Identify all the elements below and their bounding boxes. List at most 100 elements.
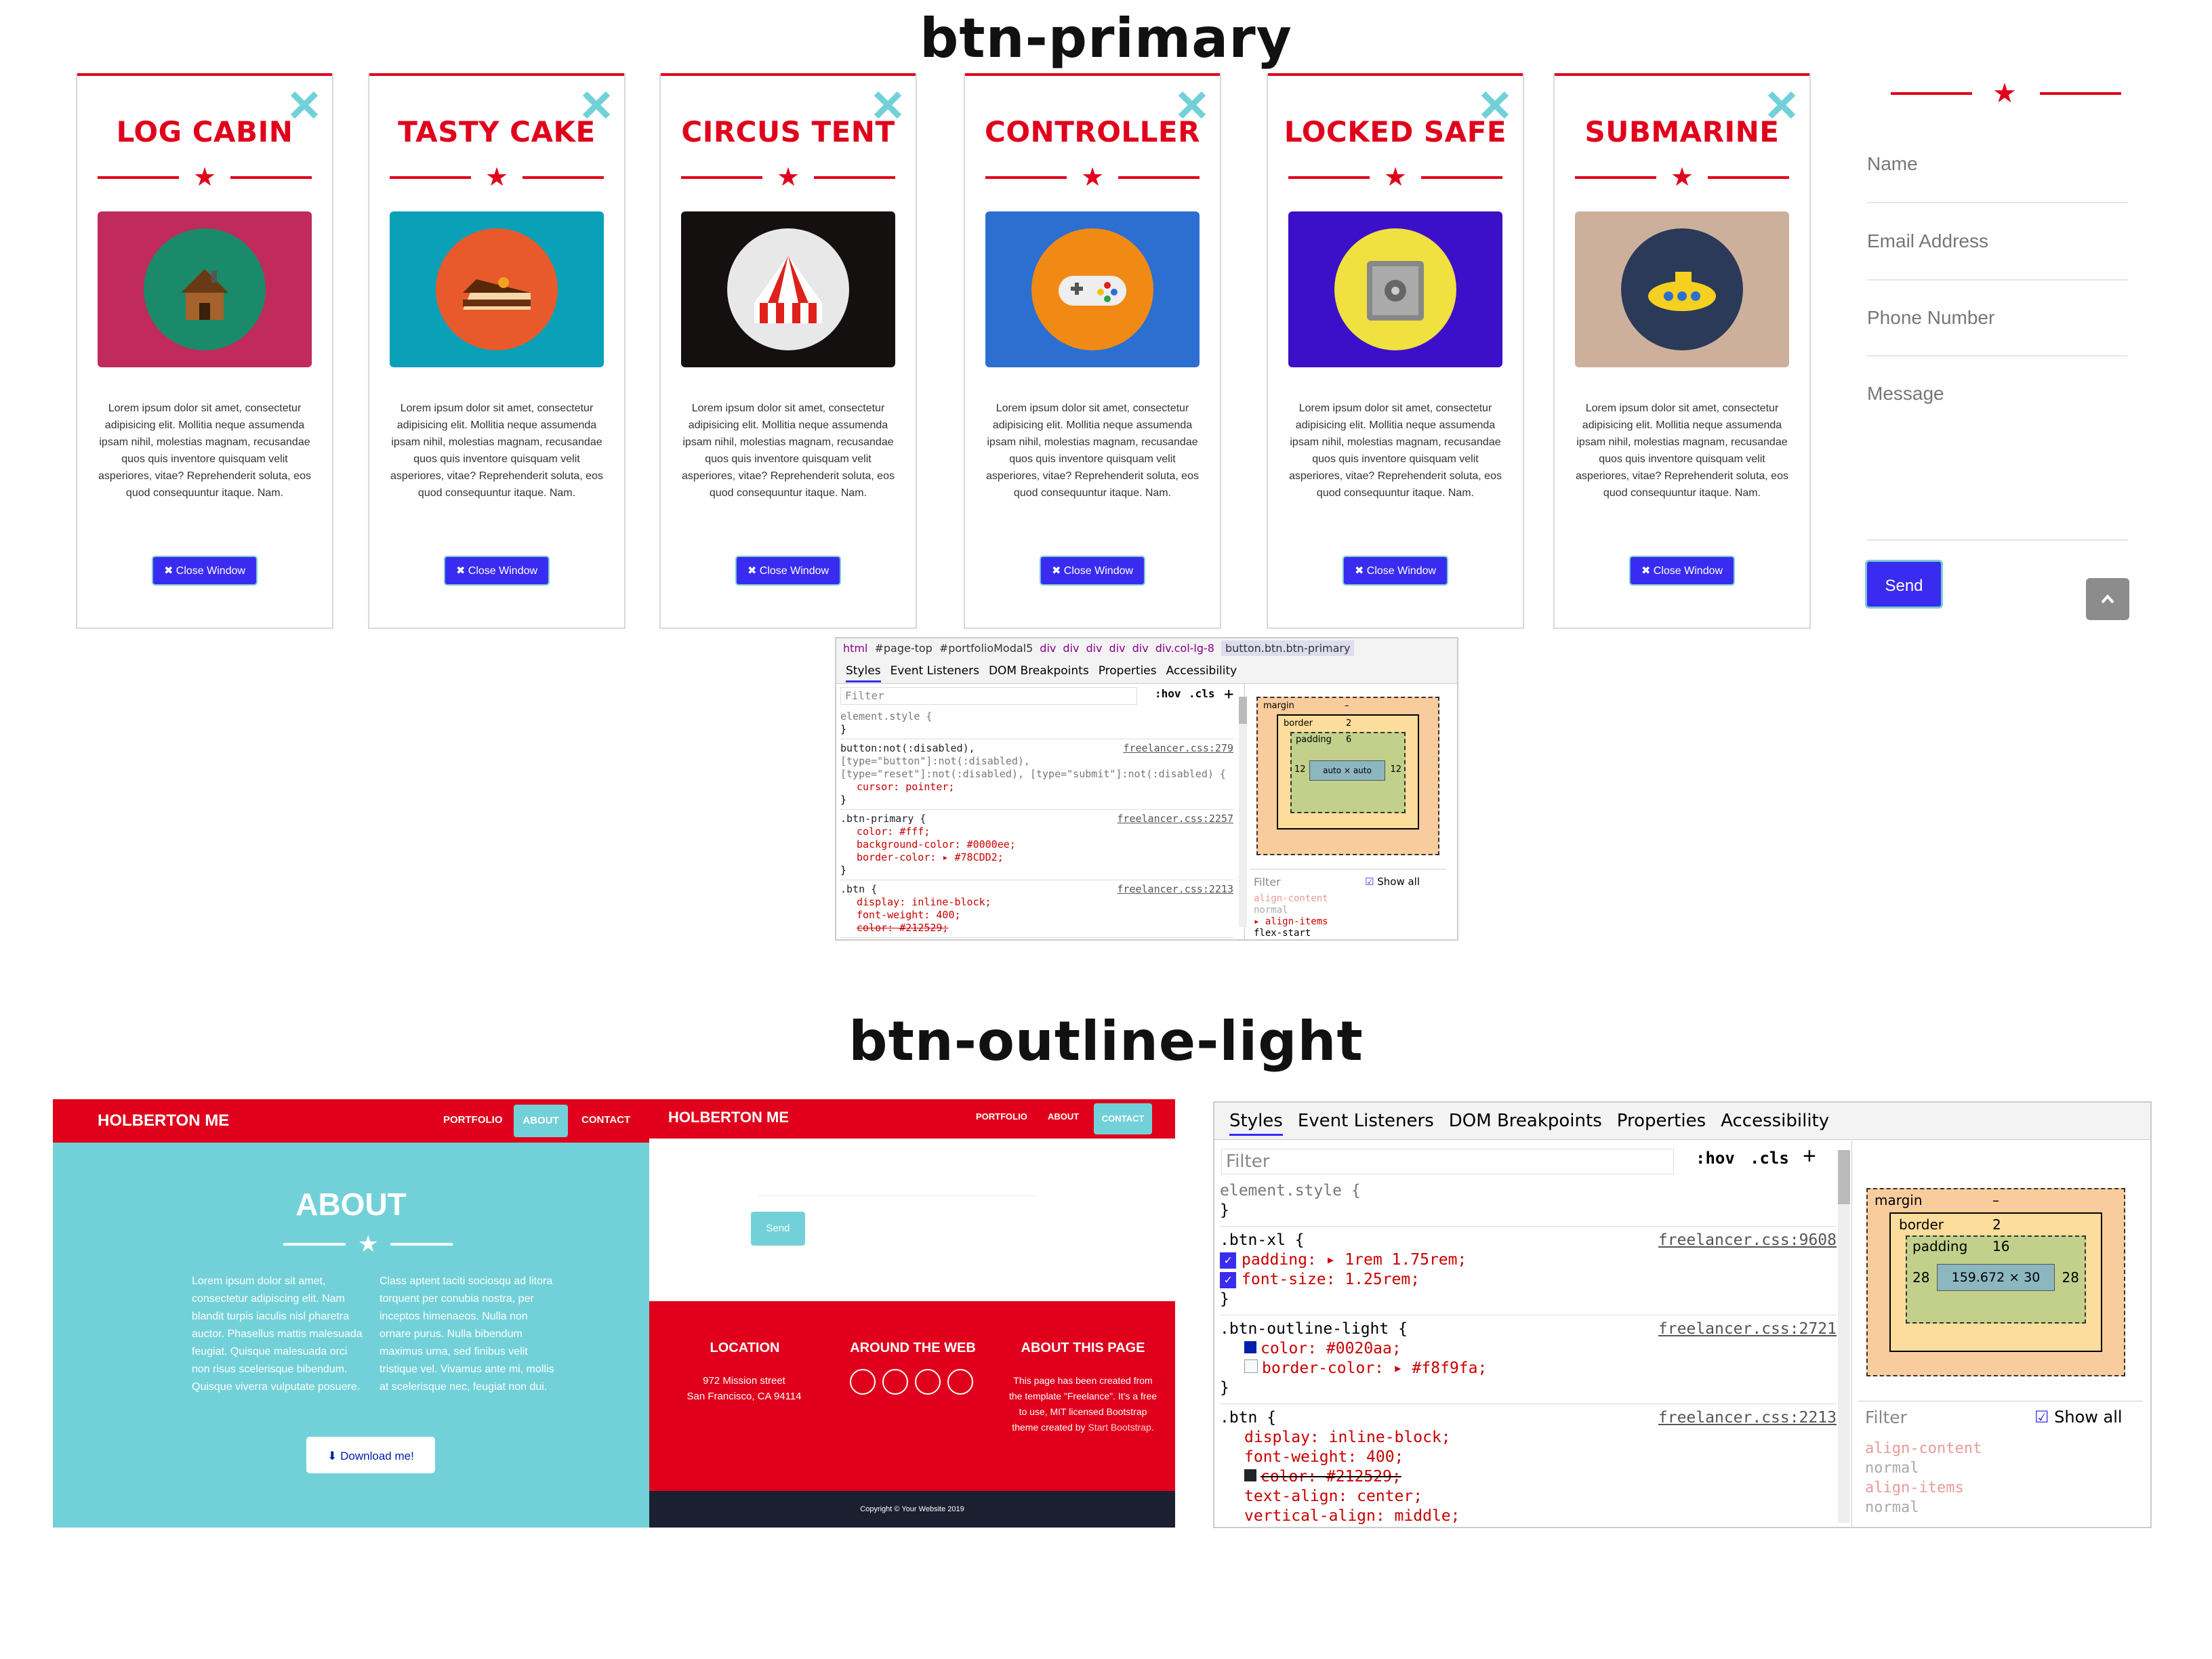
tab-accessibility[interactable]: Accessibility bbox=[1721, 1111, 1829, 1131]
breadcrumb-item[interactable]: button.btn.btn-primary bbox=[1221, 640, 1355, 656]
breadcrumb-item[interactable]: #portfolioModal5 bbox=[939, 642, 1033, 655]
tab-event-listeners[interactable]: Event Listeners bbox=[1298, 1111, 1434, 1131]
close-window-button[interactable]: ✖ Close Window bbox=[151, 556, 258, 586]
start-bootstrap-link[interactable]: Start Bootstrap bbox=[1088, 1422, 1151, 1433]
contact-screenshot: HOLBERTON ME PORTFOLIO ABOUT CONTACT Sen… bbox=[649, 1099, 1175, 1528]
nav-portfolio[interactable]: PORTFOLIO bbox=[976, 1111, 1027, 1122]
card-title: CONTROLLER bbox=[985, 115, 1200, 148]
card-description: Lorem ipsum dolor sit amet, consectetur … bbox=[390, 403, 603, 499]
tab-styles[interactable]: Styles bbox=[1229, 1111, 1283, 1136]
brand[interactable]: HOLBERTON ME bbox=[98, 1111, 229, 1130]
brand[interactable]: HOLBERTON ME bbox=[668, 1109, 789, 1126]
source-link[interactable]: freelancer.css:279 bbox=[1123, 742, 1233, 755]
nav-portfolio[interactable]: PORTFOLIO bbox=[443, 1114, 503, 1126]
computed-filter[interactable]: Filter bbox=[1865, 1408, 1907, 1427]
about-col-2: Class aptent taciti sociosqu ad litora t… bbox=[380, 1275, 554, 1393]
close-window-button[interactable]: ✖ Close Window bbox=[443, 556, 550, 586]
star-icon: ★ bbox=[358, 1231, 379, 1257]
scrollbar[interactable] bbox=[1239, 697, 1247, 927]
twitter-icon[interactable] bbox=[882, 1369, 908, 1395]
tab-dom-breakpoints[interactable]: DOM Breakpoints bbox=[1449, 1111, 1602, 1131]
dribbble-icon[interactable] bbox=[947, 1369, 973, 1395]
download-button[interactable]: ⬇ Download me! bbox=[306, 1437, 435, 1473]
breadcrumb-item[interactable]: #page-top bbox=[874, 642, 932, 655]
portfolio-modal-card: CONTROLLER ★ Lorem ipsum dolor sit amet, c… bbox=[964, 73, 1221, 629]
email-field[interactable]: Email Address bbox=[1867, 230, 1988, 252]
card-description: Lorem ipsum dolor sit amet, consectetur … bbox=[1576, 403, 1788, 499]
cls-toggle[interactable]: .cls bbox=[1750, 1149, 1789, 1168]
nav-contact[interactable]: CONTACT bbox=[581, 1114, 630, 1126]
source-link[interactable]: freelancer.css:2257 bbox=[1117, 813, 1233, 825]
card-description: Lorem ipsum dolor sit amet, consectetur … bbox=[682, 403, 895, 499]
navbar: HOLBERTON ME PORTFOLIO ABOUT CONTACT bbox=[53, 1099, 649, 1143]
portfolio-modal-card: LOCKED SAFE ★ Lorem ipsum dolor sit amet, … bbox=[1267, 73, 1524, 629]
filter-input[interactable]: Filter bbox=[1221, 1149, 1674, 1174]
card-description: Lorem ipsum dolor sit amet, consectetur … bbox=[98, 403, 311, 499]
card-title: SUBMARINE bbox=[1584, 115, 1780, 148]
breadcrumb-item[interactable]: div bbox=[1132, 642, 1149, 655]
plus-icon[interactable]: + bbox=[1224, 684, 1233, 703]
chevron-up-icon bbox=[2101, 594, 2114, 604]
styles-pane: Filter :hov .cls + element.style {} butto… bbox=[836, 683, 1245, 939]
star-icon: ★ bbox=[1080, 163, 1105, 192]
show-all-checkbox[interactable]: ☑ Show all bbox=[2034, 1408, 2123, 1427]
box-model: margin – border 2 padding 6 12 auto × au… bbox=[1256, 697, 1439, 855]
card-description: Lorem ipsum dolor sit amet, consectetur … bbox=[1289, 403, 1502, 499]
breadcrumb-item[interactable]: div bbox=[1109, 642, 1126, 655]
send-button[interactable]: Send bbox=[1865, 560, 1943, 609]
location-text: 972 Mission street San Francisco, CA 9411… bbox=[687, 1375, 802, 1402]
nav-contact[interactable]: CONTACT bbox=[1094, 1103, 1152, 1134]
breadcrumb-item[interactable]: div bbox=[1086, 642, 1102, 655]
hov-toggle[interactable]: :hov bbox=[1696, 1149, 1735, 1168]
scrollbar[interactable] bbox=[1838, 1150, 1850, 1523]
tab-properties[interactable]: Properties bbox=[1099, 664, 1157, 678]
scroll-top-button[interactable] bbox=[2086, 578, 2129, 620]
computed-filter[interactable]: Filter bbox=[1254, 876, 1281, 888]
submarine-icon bbox=[1648, 272, 1716, 311]
card-divider: ★ bbox=[1268, 164, 1523, 191]
card-title: LOCKED SAFE bbox=[1284, 115, 1507, 148]
footer: LOCATION 972 Mission street San Francisco… bbox=[649, 1301, 1175, 1491]
tab-properties[interactable]: Properties bbox=[1617, 1111, 1706, 1131]
tab-accessibility[interactable]: Accessibility bbox=[1166, 664, 1237, 678]
phone-field[interactable]: Phone Number bbox=[1867, 307, 1994, 329]
close-window-button[interactable]: ✖ Close Window bbox=[1039, 556, 1146, 586]
portfolio-image bbox=[681, 211, 895, 367]
send-button[interactable]: Send bbox=[751, 1212, 805, 1246]
card-title: LOG CABIN bbox=[116, 115, 293, 148]
star-icon: ★ bbox=[776, 163, 800, 192]
close-window-button[interactable]: ✖ Close Window bbox=[1342, 556, 1449, 586]
plus-icon[interactable]: + bbox=[1803, 1143, 1816, 1170]
social-links bbox=[850, 1369, 979, 1399]
nav-about[interactable]: ABOUT bbox=[1048, 1111, 1079, 1122]
source-link[interactable]: freelancer.css:2213 bbox=[1117, 883, 1233, 896]
close-window-button[interactable]: ✖ Close Window bbox=[1629, 556, 1736, 586]
hov-toggle[interactable]: :hov bbox=[1155, 687, 1181, 700]
tab-event-listeners[interactable]: Event Listeners bbox=[890, 664, 979, 678]
facebook-icon[interactable] bbox=[850, 1369, 876, 1395]
portfolio-image bbox=[985, 211, 1200, 367]
portfolio-modal-card: SUBMARINE ★ Lorem ipsum dolor sit amet, co… bbox=[1553, 73, 1811, 629]
portfolio-image bbox=[1575, 211, 1789, 367]
filter-input[interactable]: Filter bbox=[840, 687, 1137, 705]
linkedin-icon[interactable] bbox=[915, 1369, 941, 1395]
cls-toggle[interactable]: .cls bbox=[1189, 687, 1215, 700]
portfolio-modal-card: LOG CABIN ★ Lorem ipsum dolor sit amet, co… bbox=[76, 73, 333, 629]
breadcrumb-item[interactable]: div bbox=[1063, 642, 1079, 655]
star-icon: ★ bbox=[192, 163, 217, 192]
breadcrumb-item[interactable]: html bbox=[843, 642, 867, 655]
form-divider: ★ bbox=[1891, 80, 2121, 107]
cabin-icon bbox=[181, 269, 228, 320]
computed-list: align-content normal align-items normal bbox=[1865, 1440, 1982, 1516]
tab-dom-breakpoints[interactable]: DOM Breakpoints bbox=[989, 664, 1089, 678]
download-icon: ⬇ bbox=[327, 1450, 337, 1462]
breadcrumb-item[interactable]: div bbox=[1040, 642, 1056, 655]
devtools-panel-large: Styles Event Listeners DOM Breakpoints Prop… bbox=[1213, 1101, 2152, 1528]
breadcrumb-item[interactable]: div.col-lg-8 bbox=[1155, 642, 1214, 655]
message-field[interactable]: Message bbox=[1867, 383, 1944, 405]
close-window-button[interactable]: ✖ Close Window bbox=[735, 556, 842, 586]
nav-about[interactable]: ABOUT bbox=[514, 1105, 568, 1137]
show-all-checkbox[interactable]: ☑ Show all bbox=[1365, 876, 1420, 888]
tab-styles[interactable]: Styles bbox=[846, 664, 881, 682]
name-field[interactable]: Name bbox=[1867, 153, 1918, 175]
